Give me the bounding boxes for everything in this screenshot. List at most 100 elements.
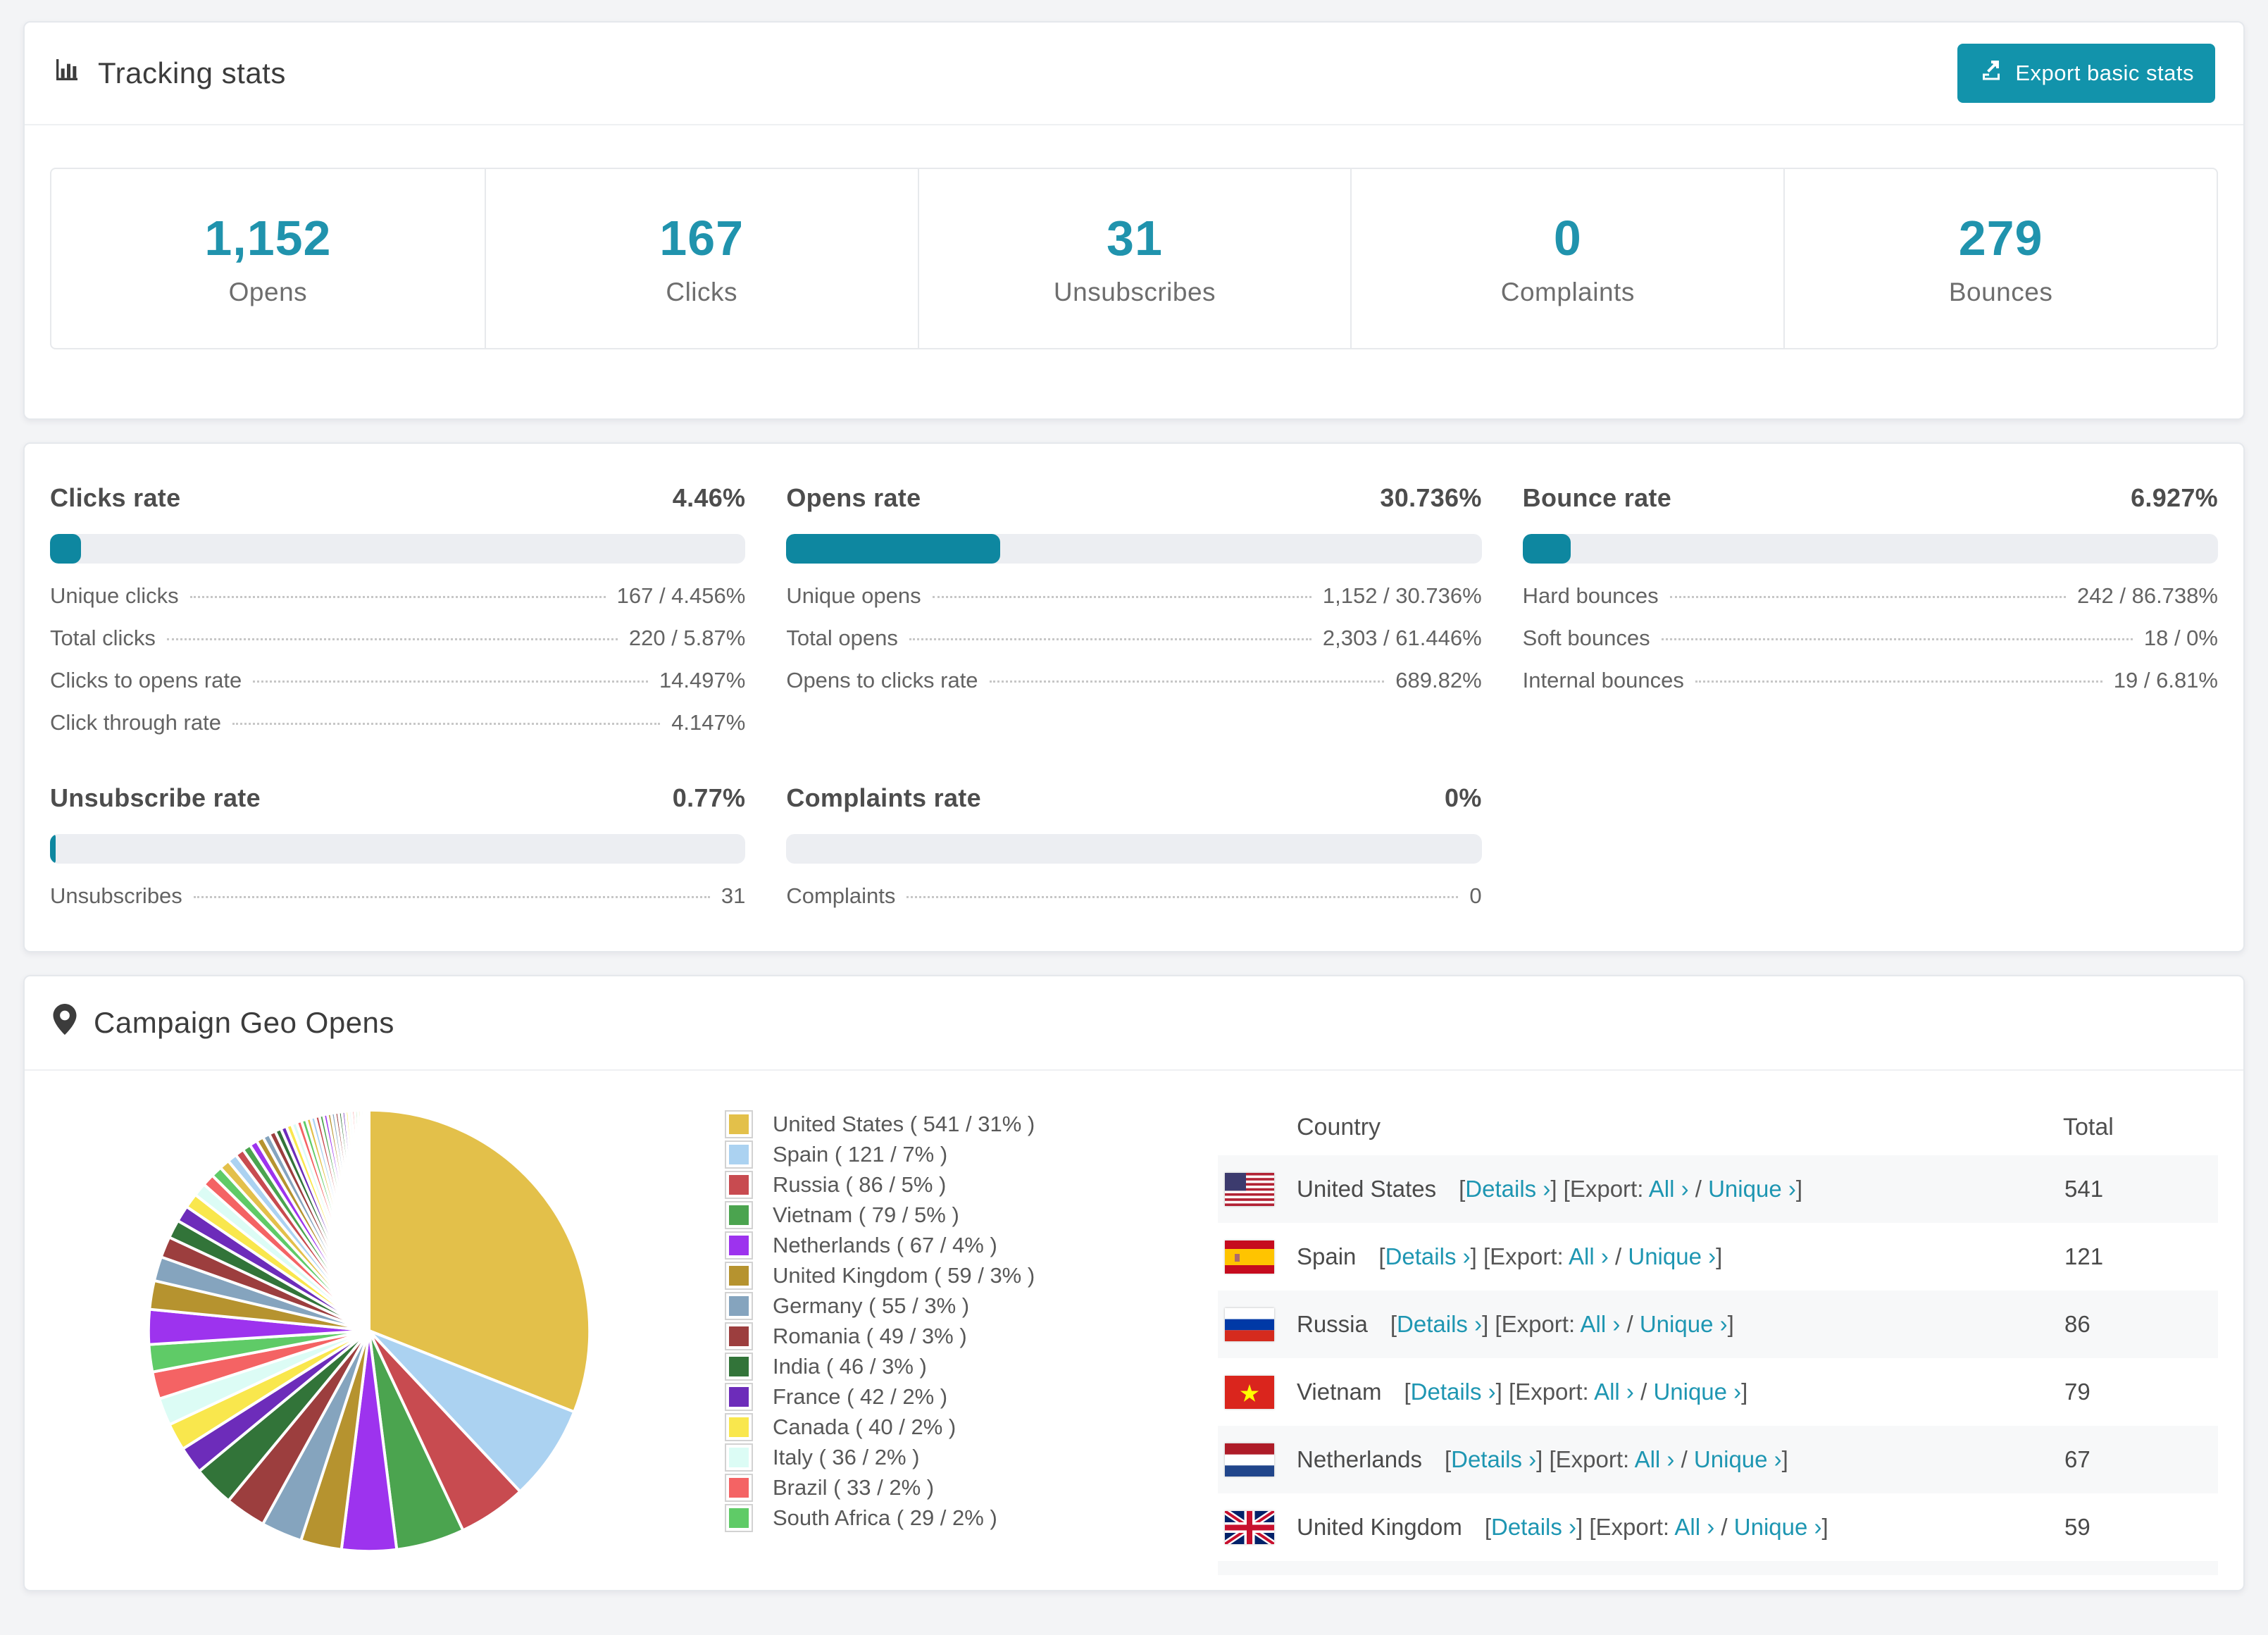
legend-item: Romania ( 49 / 3% ) xyxy=(725,1321,1218,1351)
rate-detail-label: Complaints xyxy=(786,883,896,908)
table-row: Germany[Details ›] [Export: All › / Uniq… xyxy=(1218,1561,2218,1575)
export-unique-link[interactable]: Unique › xyxy=(1640,1311,1728,1337)
dotted-leader xyxy=(1669,596,2067,598)
country-cell: Vietnam [Details ›] [Export: All › / Uniq… xyxy=(1218,1375,2063,1409)
export-all-link[interactable]: All › xyxy=(1594,1379,1634,1405)
rate-progress-track xyxy=(786,834,1482,864)
dotted-leader xyxy=(1661,638,2133,640)
details-link[interactable]: Details › xyxy=(1397,1311,1482,1337)
summary-value: 0 xyxy=(1553,211,1582,266)
summary-tiles: 1,152 Opens 167 Clicks 31 Unsubscribes 0 Compla… xyxy=(50,168,2218,349)
rate-detail-label: Soft bounces xyxy=(1522,626,1650,650)
column-header-total: Total xyxy=(2063,1113,2114,1140)
legend-label: United States ( 541 / 31% ) xyxy=(773,1111,1035,1136)
legend-item: Brazil ( 33 / 2% ) xyxy=(725,1472,1218,1503)
rate-panel-complaints-rate: Complaints rate 0% Complaints 0 xyxy=(786,783,1482,908)
geo-table-body: United States [Details ›] [Export: All › … xyxy=(1218,1155,2218,1575)
rate-title-row: Opens rate 30.736% xyxy=(786,483,1481,513)
rate-detail-row: Unique opens 1,152 / 30.736% xyxy=(786,583,1481,608)
rate-value: 0.77% xyxy=(672,783,746,812)
export-unique-link[interactable]: Unique › xyxy=(1653,1379,1741,1405)
rate-progress-fill xyxy=(50,834,56,864)
legend-swatch xyxy=(725,1170,753,1199)
rate-title-row: Complaints rate 0% xyxy=(786,783,1481,813)
summary-value: 31 xyxy=(1107,211,1163,266)
export-all-link[interactable]: All › xyxy=(1649,1176,1689,1202)
rate-progress-fill xyxy=(786,534,1000,564)
total-value: 67 xyxy=(2064,1446,2091,1472)
country-name: Russia xyxy=(1297,1311,1368,1337)
legend-swatch xyxy=(725,1291,753,1320)
summary-tile-unsubscribes: 31 Unsubscribes xyxy=(917,169,1351,348)
dotted-leader xyxy=(909,638,1311,640)
legend-label: Germany ( 55 / 3% ) xyxy=(773,1293,970,1318)
dotted-leader xyxy=(1695,680,2102,683)
table-row: United States [Details ›] [Export: All › … xyxy=(1218,1155,2218,1223)
dotted-leader xyxy=(193,896,710,898)
flag-ru xyxy=(1225,1307,1274,1341)
rate-panel-bounce-rate: Bounce rate 6.927% Hard bounces 242 / 86.73… xyxy=(1522,483,2218,733)
legend-swatch xyxy=(725,1322,753,1350)
legend-label: Romania ( 49 / 3% ) xyxy=(773,1323,967,1348)
summary-label: Opens xyxy=(228,278,308,306)
legend-label: Italy ( 36 / 2% ) xyxy=(773,1444,920,1469)
rate-value: 6.927% xyxy=(2131,483,2218,512)
rate-title-row: Clicks rate 4.46% xyxy=(50,483,745,513)
rate-title: Opens rate xyxy=(786,483,921,512)
rate-detail-value: 242 / 86.738% xyxy=(2077,583,2218,608)
legend-label: France ( 42 / 2% ) xyxy=(773,1384,948,1409)
summary-label: Bounces xyxy=(1948,278,2053,306)
rate-title-row: Unsubscribe rate 0.77% xyxy=(50,783,745,813)
export-unique-link[interactable]: Unique › xyxy=(1628,1243,1716,1269)
details-link[interactable]: Details › xyxy=(1411,1379,1496,1405)
rate-title: Unsubscribe rate xyxy=(50,783,261,812)
rate-detail-label: Click through rate xyxy=(50,710,221,735)
details-link[interactable]: Details › xyxy=(1465,1176,1550,1202)
legend-label: Canada ( 40 / 2% ) xyxy=(773,1414,957,1439)
country-name: Netherlands xyxy=(1297,1446,1422,1472)
rate-title-row: Bounce rate 6.927% xyxy=(1523,483,2218,513)
table-row: Vietnam [Details ›] [Export: All › / Uniq… xyxy=(1218,1358,2218,1426)
legend-label: United Kingdom ( 59 / 3% ) xyxy=(773,1262,1035,1288)
legend-item: Russia ( 86 / 5% ) xyxy=(725,1169,1218,1200)
rate-progress-track xyxy=(50,834,746,864)
legend-item: South Africa ( 29 / 2% ) xyxy=(725,1503,1218,1533)
country-links: [Details ›] [Export: All › / Unique ›] xyxy=(1404,1379,1748,1405)
export-basic-stats-button[interactable]: Export basic stats xyxy=(1957,44,2215,103)
export-unique-link[interactable]: Unique › xyxy=(1694,1446,1782,1472)
rate-detail-row: Click through rate 4.147% xyxy=(50,710,745,735)
dotted-leader xyxy=(189,596,606,598)
legend-item: Spain ( 121 / 7% ) xyxy=(725,1139,1218,1169)
details-link[interactable]: Details › xyxy=(1491,1514,1576,1540)
total-value: 541 xyxy=(2064,1176,2104,1202)
rate-detail-row: Unique clicks 167 / 4.456% xyxy=(50,583,745,608)
legend-item: Germany ( 55 / 3% ) xyxy=(725,1291,1218,1321)
table-row: Russia [Details ›] [Export: All › / Uniqu… xyxy=(1218,1291,2218,1358)
export-unique-link[interactable]: Unique › xyxy=(1734,1514,1822,1540)
export-all-link[interactable]: All › xyxy=(1674,1514,1714,1540)
details-link[interactable]: Details › xyxy=(1451,1446,1536,1472)
export-unique-link[interactable]: Unique › xyxy=(1708,1176,1796,1202)
legend-item: France ( 42 / 2% ) xyxy=(725,1381,1218,1412)
rate-detail-row: Complaints 0 xyxy=(786,883,1481,908)
dotted-leader xyxy=(166,638,618,640)
flag-nl xyxy=(1225,1443,1274,1477)
pie-chart-svg xyxy=(147,1108,592,1553)
total-value: 86 xyxy=(2064,1311,2091,1337)
rate-panel-clicks-rate: Clicks rate 4.46% Unique clicks 167 / 4.456… xyxy=(50,483,746,735)
rate-detail-label: Clicks to opens rate xyxy=(50,668,242,692)
summary-label: Unsubscribes xyxy=(1053,278,1216,306)
details-link[interactable]: Details › xyxy=(1385,1243,1471,1269)
rate-detail-value: 19 / 6.81% xyxy=(2113,668,2218,692)
rate-value: 30.736% xyxy=(1380,483,1482,512)
table-row: Netherlands [Details ›] [Export: All › / … xyxy=(1218,1426,2218,1493)
export-all-link[interactable]: All › xyxy=(1569,1243,1609,1269)
export-all-link[interactable]: All › xyxy=(1635,1446,1675,1472)
export-all-link[interactable]: All › xyxy=(1580,1311,1620,1337)
legend-item: Netherlands ( 67 / 4% ) xyxy=(725,1230,1218,1260)
summary-value: 1,152 xyxy=(204,211,332,266)
tracking-stats-card: Tracking stats Export basic stats 1,152 O… xyxy=(23,21,2245,420)
legend-label: Vietnam ( 79 / 5% ) xyxy=(773,1202,959,1227)
total-value: 121 xyxy=(2064,1243,2104,1269)
rates-grid: Clicks rate 4.46% Unique clicks 167 / 4.456… xyxy=(25,444,2243,951)
